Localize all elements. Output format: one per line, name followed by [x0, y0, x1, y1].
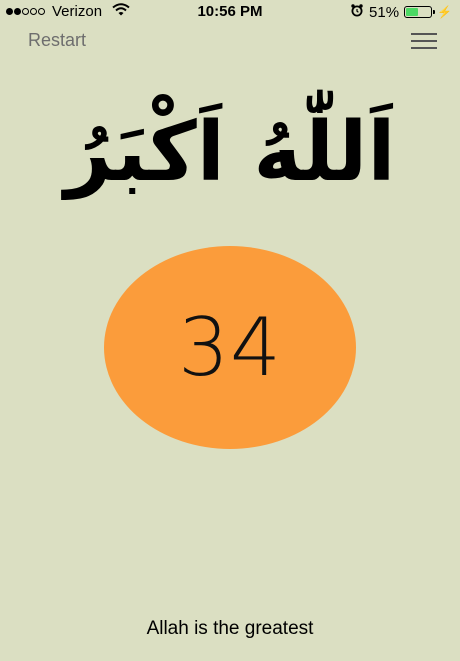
battery-icon: [404, 6, 436, 18]
menu-line: [411, 40, 437, 42]
battery-percent: 51%: [369, 3, 400, 21]
arabic-phrase: اَللّٰهُ اَكْبَرُ: [64, 105, 396, 200]
translation-text: Allah is the greatest: [146, 618, 314, 639]
status-right: 51% ⚡: [350, 3, 452, 21]
restart-button[interactable]: Restart: [28, 30, 86, 51]
menu-line: [411, 47, 437, 49]
counter-value: 34: [178, 301, 282, 394]
alarm-icon: [350, 3, 364, 21]
menu-line: [411, 33, 437, 35]
status-bar: Verizon 10:56 PM 51% ⚡: [0, 0, 460, 24]
hamburger-menu-icon[interactable]: [411, 33, 437, 51]
battery-cap: [433, 10, 436, 14]
charging-bolt-icon: ⚡: [437, 5, 452, 19]
battery-level-fill: [406, 8, 419, 16]
counter-tap-button[interactable]: 34: [104, 246, 356, 449]
